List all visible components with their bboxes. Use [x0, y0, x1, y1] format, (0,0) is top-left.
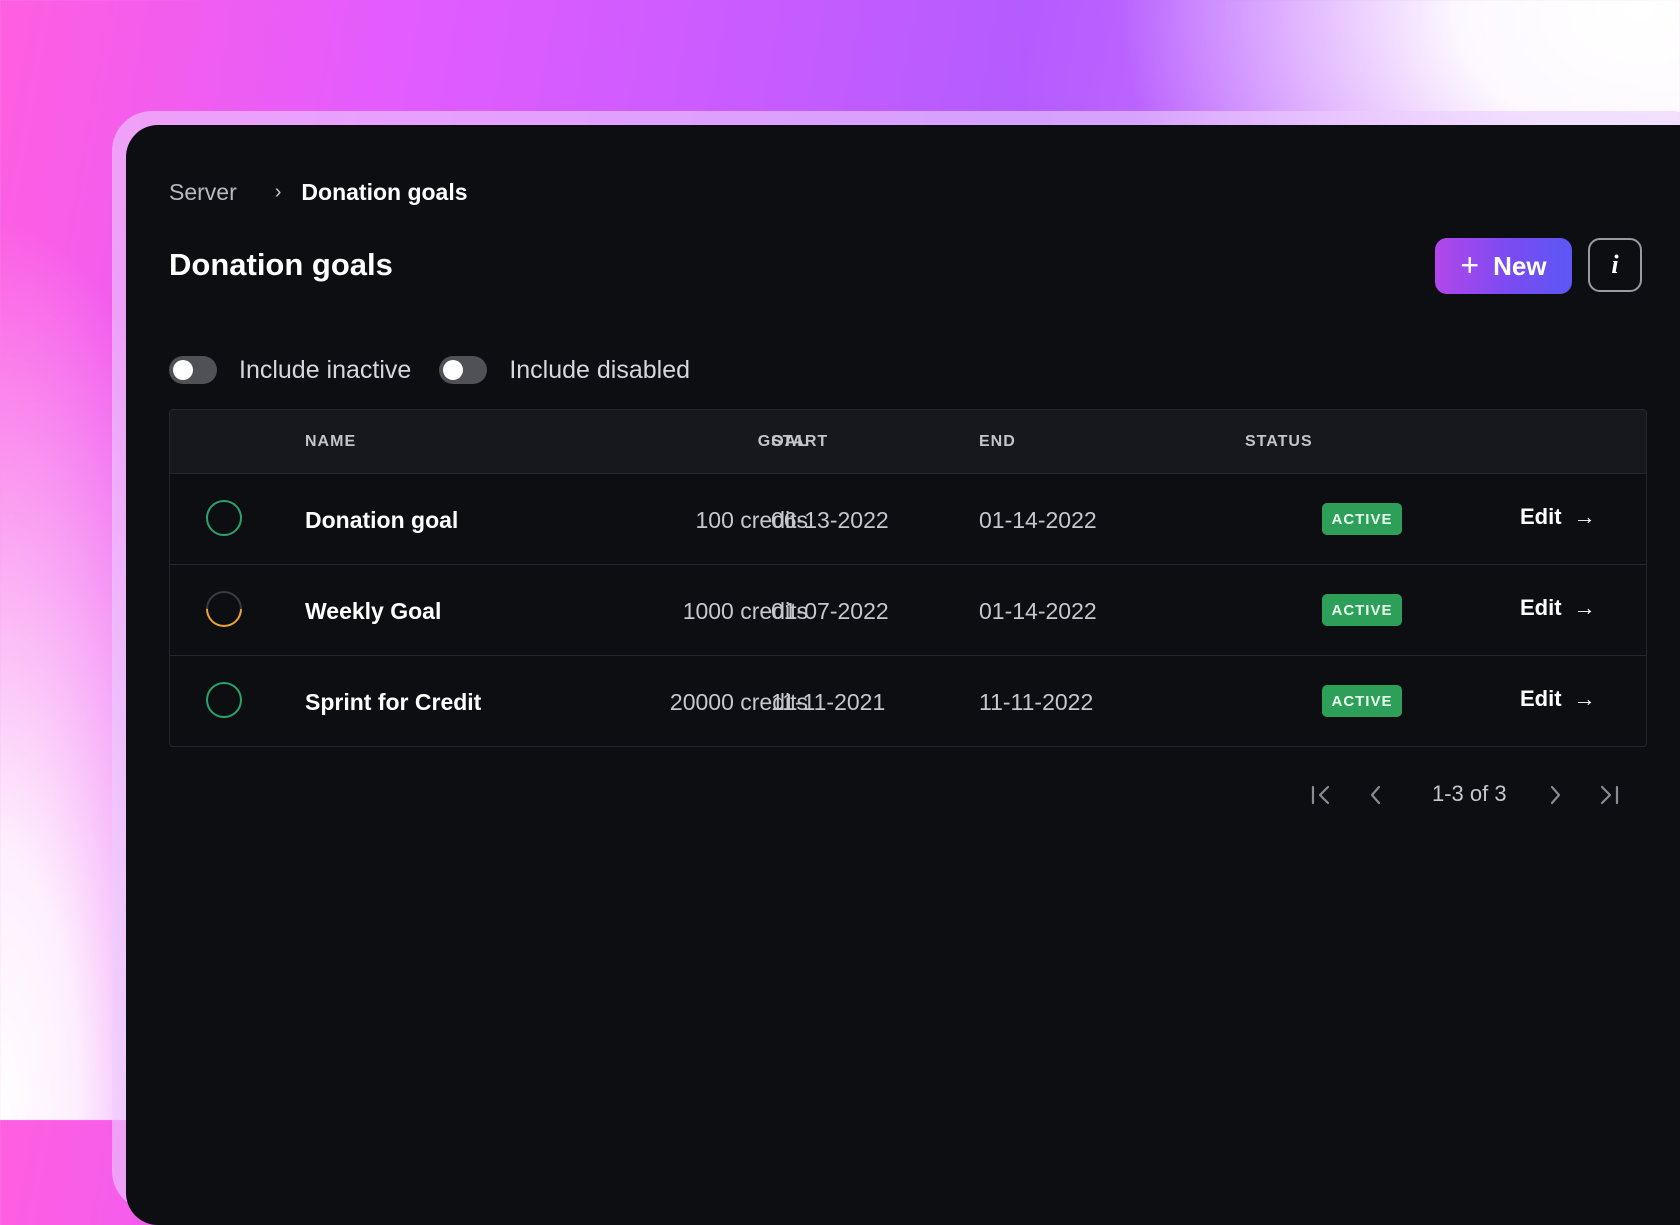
new-goal-button[interactable]: + New: [1435, 238, 1572, 294]
table-row[interactable]: Donation goal 100 credits 06-13-2022 01-…: [170, 474, 1646, 565]
next-page-button[interactable]: [1535, 775, 1575, 815]
edit-goal-label: Edit: [1520, 686, 1562, 711]
new-goal-button-label: New: [1493, 250, 1547, 281]
chevron-right-icon: ›: [274, 181, 282, 203]
status-badge: ACTIVE: [1322, 685, 1402, 717]
edit-goal-link[interactable]: Edit →: [1520, 686, 1596, 712]
table-row[interactable]: Weekly Goal 1000 credits 01-07-2022 01-1…: [170, 565, 1646, 656]
goal-end-date: 01-14-2022: [979, 598, 1097, 624]
table-row[interactable]: Sprint for Credit 20000 credits 11-11-20…: [170, 656, 1646, 746]
progress-ring-icon: [206, 682, 242, 718]
info-icon: i: [1611, 250, 1619, 279]
page-title: Donation goals: [169, 247, 393, 282]
goal-start-date: 06-13-2022: [771, 507, 889, 533]
arrow-right-icon: →: [1573, 686, 1596, 711]
status-badge: ACTIVE: [1322, 594, 1402, 626]
progress-ring-icon: [206, 500, 242, 536]
table-header: NAME GOAL START END STATUS: [170, 410, 1646, 474]
donation-goals-table: NAME GOAL START END STATUS Donation goal…: [169, 409, 1647, 747]
arrow-right-icon: →: [1573, 595, 1596, 620]
filters-bar: Include inactive Include disabled: [169, 354, 690, 386]
last-page-icon: [1600, 785, 1619, 805]
goal-name: Sprint for Credit: [305, 689, 482, 715]
include-inactive-label: Include inactive: [239, 355, 412, 384]
previous-page-button[interactable]: [1356, 775, 1396, 815]
include-inactive-toggle[interactable]: [169, 356, 217, 384]
goal-name: Weekly Goal: [305, 598, 442, 624]
edit-goal-link[interactable]: Edit →: [1520, 595, 1596, 621]
toggle-knob: [443, 360, 464, 380]
status-badge: ACTIVE: [1322, 503, 1402, 535]
breadcrumb: Server › Donation goals: [169, 177, 468, 207]
goal-end-date: 11-11-2022: [979, 689, 1094, 715]
column-header-status[interactable]: STATUS: [1245, 433, 1313, 451]
plus-icon: +: [1460, 246, 1480, 283]
goal-start-date: 11-11-2021: [771, 689, 886, 715]
goal-name: Donation goal: [305, 507, 459, 533]
edit-goal-label: Edit: [1520, 504, 1562, 529]
pagination: 1-3 of 3: [126, 775, 1680, 815]
chevron-left-icon: [1370, 785, 1381, 805]
edit-goal-link[interactable]: Edit →: [1520, 504, 1596, 530]
breadcrumb-server-link[interactable]: Server: [169, 179, 237, 206]
breadcrumb-current: Donation goals: [301, 178, 468, 205]
first-page-icon: [1311, 785, 1330, 805]
include-disabled-label: Include disabled: [509, 355, 691, 384]
main-panel: Server › Donation goals Donation goals +…: [126, 125, 1680, 1225]
edit-goal-label: Edit: [1520, 595, 1562, 620]
arrow-right-icon: →: [1573, 504, 1596, 529]
goal-end-date: 01-14-2022: [979, 507, 1097, 533]
column-header-end[interactable]: END: [979, 433, 1016, 451]
last-page-button[interactable]: [1589, 775, 1629, 815]
info-button[interactable]: i: [1588, 238, 1642, 292]
goal-start-date: 01-07-2022: [771, 598, 889, 624]
column-header-start[interactable]: START: [771, 433, 828, 451]
first-page-button[interactable]: [1301, 775, 1341, 815]
chevron-right-icon: [1550, 785, 1561, 805]
progress-ring-icon: [198, 583, 250, 635]
pagination-summary: 1-3 of 3: [1432, 781, 1507, 806]
toggle-knob: [173, 360, 193, 380]
include-disabled-toggle[interactable]: [439, 356, 488, 384]
column-header-name[interactable]: NAME: [305, 433, 356, 451]
